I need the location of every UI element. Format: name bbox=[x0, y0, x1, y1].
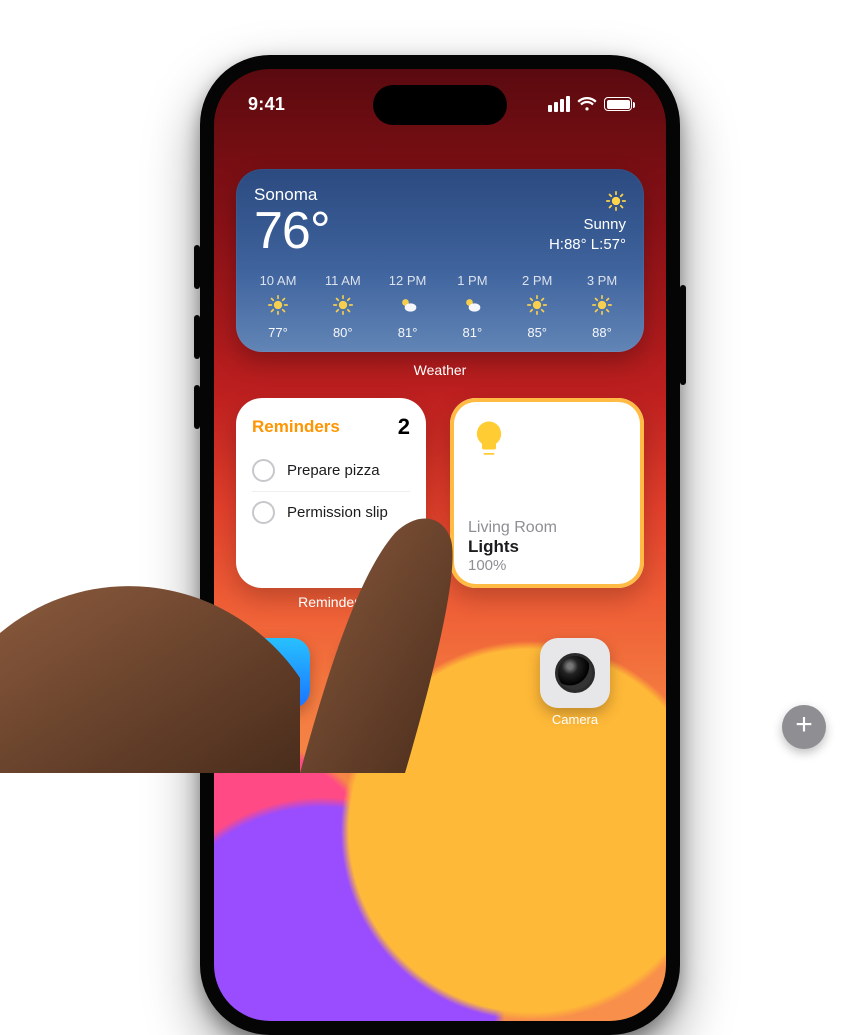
forecast-temp: 88° bbox=[592, 325, 612, 340]
phone-screen: 9:41 Sonoma 76° Sunny bbox=[214, 69, 666, 1021]
reminders-count: 2 bbox=[398, 414, 410, 440]
sun-cloud-icon bbox=[398, 295, 418, 318]
cellular-signal-icon bbox=[548, 96, 570, 112]
status-time: 9:41 bbox=[248, 94, 285, 115]
reminders-widget[interactable]: Reminders 2 Prepare pizza Permission slip bbox=[236, 398, 426, 588]
forecast-time: 3 PM bbox=[587, 273, 617, 288]
forecast-time: 1 PM bbox=[457, 273, 487, 288]
forecast-hour: 3 PM 88° bbox=[578, 273, 626, 340]
reminders-list: Prepare pizza Permission slip bbox=[252, 450, 410, 533]
forecast-time: 12 PM bbox=[389, 273, 427, 288]
phone-frame: 9:41 Sonoma 76° Sunny bbox=[200, 55, 680, 1035]
sun-icon bbox=[333, 295, 353, 318]
forecast-hour: 1 PM 81° bbox=[448, 273, 496, 340]
home-room-name: Living Room bbox=[468, 519, 626, 537]
forecast-temp: 85° bbox=[527, 325, 547, 340]
reminder-item[interactable]: Permission slip bbox=[252, 491, 410, 533]
sun-cloud-icon bbox=[462, 295, 482, 318]
forecast-hour: 11 AM 80° bbox=[319, 273, 367, 340]
weather-high-low: H:88° L:57° bbox=[549, 235, 626, 255]
forecast-time: 10 AM bbox=[260, 273, 297, 288]
weather-widget-label: Weather bbox=[236, 362, 644, 378]
status-bar: 9:41 bbox=[214, 69, 666, 127]
battery-icon bbox=[604, 97, 632, 111]
forecast-temp: 81° bbox=[398, 325, 418, 340]
forecast-hour: 2 PM 85° bbox=[513, 273, 561, 340]
camera-app-icon[interactable] bbox=[540, 638, 610, 708]
home-device-name: Lights bbox=[468, 537, 626, 557]
forecast-temp: 81° bbox=[463, 325, 483, 340]
camera-app-label: Camera bbox=[540, 712, 610, 727]
reminder-item[interactable]: Prepare pizza bbox=[252, 450, 410, 491]
wifi-icon bbox=[577, 97, 597, 112]
appstore-app-icon[interactable] bbox=[240, 638, 310, 708]
sun-icon bbox=[268, 295, 288, 318]
sun-icon bbox=[527, 295, 547, 318]
files-app-icon[interactable] bbox=[340, 638, 410, 708]
forecast-temp: 80° bbox=[333, 325, 353, 340]
weather-widget[interactable]: Sonoma 76° Sunny H:88° L:57° 10 AM77°11 … bbox=[236, 169, 644, 352]
forecast-hour: 12 PM 81° bbox=[384, 273, 432, 340]
add-button[interactable]: + bbox=[782, 705, 826, 749]
weather-hourly-forecast: 10 AM 77° 11 AM 80° 12 PM 81° 1 PM 81° 2 PM 85° 3 … bbox=[254, 273, 626, 340]
weather-current-temp: 76° bbox=[254, 205, 330, 257]
forecast-hour: 10 AM 77° bbox=[254, 273, 302, 340]
home-light-widget[interactable]: Living Room Lights 100% bbox=[450, 398, 644, 588]
sun-icon bbox=[606, 191, 626, 211]
weather-condition: Sunny bbox=[549, 215, 626, 235]
reminder-text: Permission slip bbox=[287, 504, 388, 521]
forecast-time: 2 PM bbox=[522, 273, 552, 288]
reminder-text: Prepare pizza bbox=[287, 462, 380, 479]
forecast-temp: 77° bbox=[268, 325, 288, 340]
home-widget-label bbox=[452, 594, 644, 610]
sun-icon bbox=[592, 295, 612, 318]
lightbulb-icon bbox=[468, 418, 510, 460]
home-brightness: 100% bbox=[468, 557, 626, 574]
forecast-time: 11 AM bbox=[325, 273, 361, 288]
plus-icon: + bbox=[795, 710, 813, 740]
reminders-title: Reminders bbox=[252, 417, 340, 437]
reminders-widget-label: Reminders bbox=[236, 594, 428, 610]
reminder-checkbox[interactable] bbox=[252, 501, 275, 524]
reminder-checkbox[interactable] bbox=[252, 459, 275, 482]
